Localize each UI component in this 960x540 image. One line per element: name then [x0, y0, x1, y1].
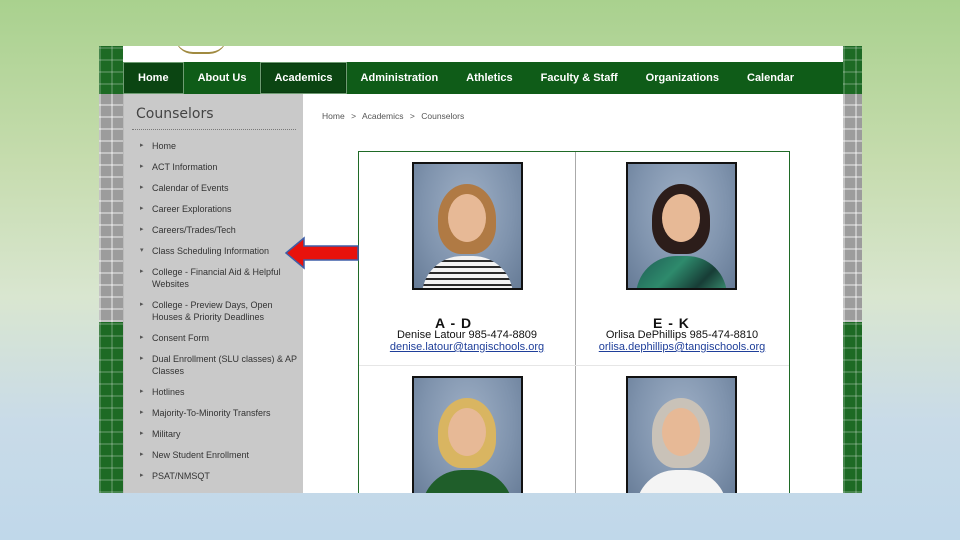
- nav-home[interactable]: Home: [123, 62, 184, 94]
- nav-calendar[interactable]: Calendar: [733, 62, 808, 94]
- school-seal-logo: [175, 46, 227, 54]
- sidebar-item-military[interactable]: ▸ Military: [138, 428, 298, 440]
- counselor-name: Denise Latour 985-474-8809: [396, 329, 538, 341]
- sidebar-item-hotlines[interactable]: ▸ Hotlines: [138, 386, 298, 398]
- counselor-grid: A - D Denise Latour 985-474-8809 denise.…: [358, 151, 790, 493]
- sidebar-item-act-information[interactable]: ▸ ACT Information: [138, 161, 298, 173]
- sidebar-divider: [132, 129, 296, 130]
- counselor-name: Orlisa DePhillips 985-474-8810: [605, 329, 759, 341]
- bullet-icon: ▸: [140, 409, 144, 416]
- main-content: Home > Academics > Counselors A - D Deni…: [303, 94, 843, 493]
- nav-administration[interactable]: Administration: [347, 62, 453, 94]
- sidebar: Counselors ▸ Home ▸ ACT Information ▸ Calen…: [123, 94, 304, 493]
- nav-about-us[interactable]: About Us: [184, 62, 261, 94]
- sidebar-item-home[interactable]: ▸ Home: [138, 140, 298, 152]
- grid-row-divider: [359, 365, 789, 366]
- sidebar-item-careers-trades-tech[interactable]: ▸ Careers/Trades/Tech: [138, 224, 298, 236]
- counselor-email-link[interactable]: orlisa.dephillips@tangischools.org: [577, 341, 787, 353]
- counselor-photo-3: [412, 376, 523, 493]
- sidebar-menu: ▸ Home ▸ ACT Information ▸ Calendar of Even…: [138, 140, 298, 491]
- bullet-icon: ▸: [140, 388, 144, 395]
- breadcrumb-separator: >: [409, 111, 415, 121]
- sidebar-item-college-preview-days[interactable]: ▸ College - Preview Days, Open Houses & P…: [138, 299, 298, 323]
- website-screenshot: Home About Us Academics Administration A…: [99, 46, 862, 493]
- grid-divider: [575, 152, 576, 493]
- bullet-icon: ▸: [140, 430, 144, 437]
- sidebar-item-consent-form[interactable]: ▸ Consent Form: [138, 332, 298, 344]
- sidebar-item-psat-nmsqt[interactable]: ▸ PSAT/NMSQT: [138, 470, 298, 482]
- sidebar-item-majority-to-minority[interactable]: ▸ Majority-To-Minority Transfers: [138, 407, 298, 419]
- bullet-icon: ▸: [140, 205, 144, 212]
- bullet-icon: ▸: [140, 184, 144, 191]
- counselor-contact-dephillips: Orlisa DePhillips 985-474-8810 orlisa.de…: [577, 329, 787, 353]
- bullet-icon: ▸: [140, 472, 144, 479]
- left-decorative-border: [99, 46, 123, 493]
- breadcrumb-academics[interactable]: Academics: [362, 111, 404, 121]
- sidebar-title: Counselors: [136, 106, 214, 122]
- nav-organizations[interactable]: Organizations: [632, 62, 733, 94]
- bullet-icon: ▸: [140, 268, 144, 275]
- bullet-down-icon: ▾: [140, 247, 144, 254]
- counselor-contact-latour: Denise Latour 985-474-8809 denise.latour…: [362, 329, 572, 353]
- breadcrumb: Home > Academics > Counselors: [322, 111, 468, 121]
- breadcrumb-current: Counselors: [421, 111, 465, 121]
- counselor-email-link[interactable]: denise.latour@tangischools.org: [362, 341, 572, 353]
- sidebar-item-calendar-of-events[interactable]: ▸ Calendar of Events: [138, 182, 298, 194]
- bullet-icon: ▸: [140, 142, 144, 149]
- bullet-icon: ▸: [140, 355, 144, 362]
- red-arrow-pointer-icon: [284, 236, 359, 270]
- counselor-photo-latour: [412, 162, 523, 290]
- bullet-icon: ▸: [140, 334, 144, 341]
- nav-faculty-staff[interactable]: Faculty & Staff: [527, 62, 632, 94]
- nav-athletics[interactable]: Athletics: [452, 62, 526, 94]
- breadcrumb-home[interactable]: Home: [322, 111, 345, 121]
- sidebar-item-new-student-enrollment[interactable]: ▸ New Student Enrollment: [138, 449, 298, 461]
- bullet-icon: ▸: [140, 226, 144, 233]
- bullet-icon: ▸: [140, 163, 144, 170]
- breadcrumb-separator: >: [351, 111, 357, 121]
- sidebar-item-class-scheduling[interactable]: ▾ Class Scheduling Information: [138, 245, 298, 257]
- sidebar-item-dual-enrollment[interactable]: ▸ Dual Enrollment (SLU classes) & AP Clas…: [138, 353, 298, 377]
- main-nav: Home About Us Academics Administration A…: [123, 62, 843, 94]
- right-decorative-border: [843, 46, 862, 493]
- sidebar-item-career-explorations[interactable]: ▸ Career Explorations: [138, 203, 298, 215]
- bullet-icon: ▸: [140, 301, 144, 308]
- sidebar-item-college-financial-aid[interactable]: ▸ College - Financial Aid & Helpful Websi…: [138, 266, 298, 290]
- bullet-icon: ▸: [140, 451, 144, 458]
- counselor-photo-4: [626, 376, 737, 493]
- counselor-photo-dephillips: [626, 162, 737, 290]
- nav-academics[interactable]: Academics: [260, 62, 347, 94]
- header-strip: [123, 46, 843, 62]
